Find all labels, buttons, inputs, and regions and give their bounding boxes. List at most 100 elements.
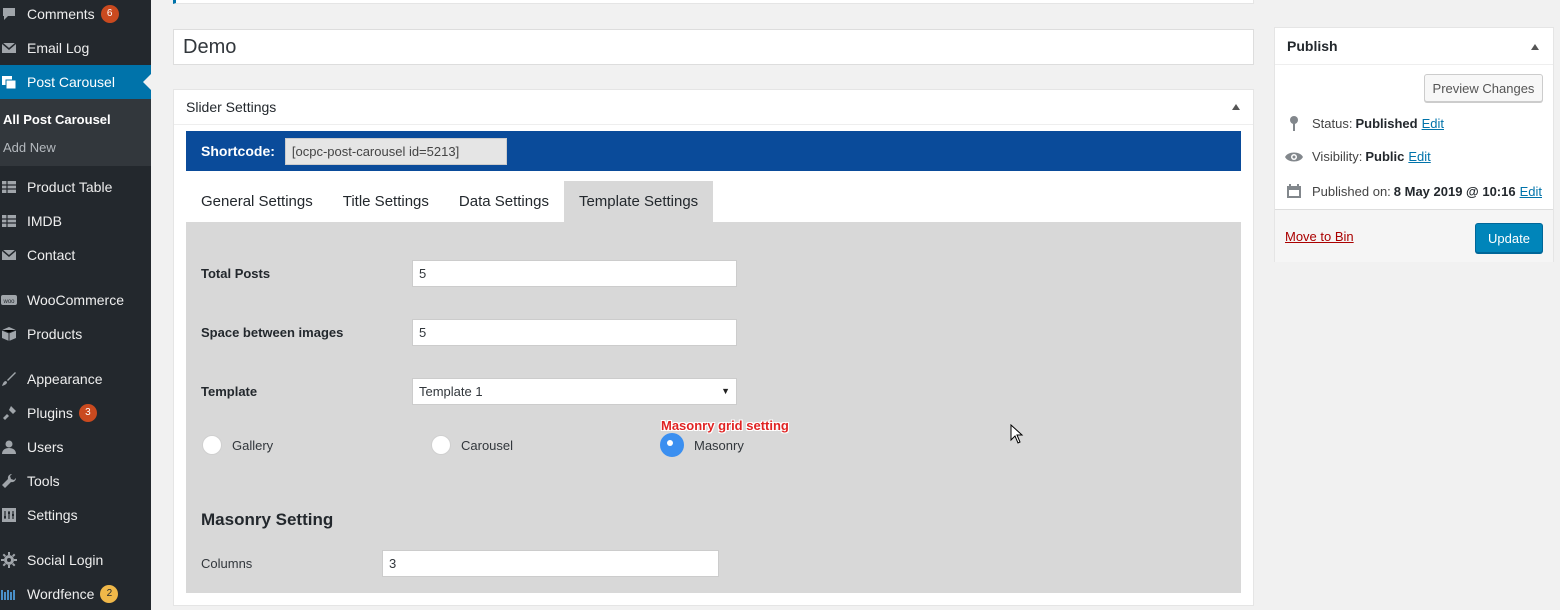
sidebar-item-product-table[interactable]: Product Table (0, 170, 151, 204)
tab-general-settings[interactable]: General Settings (186, 181, 328, 222)
submenu-add-new[interactable]: Add New (3, 140, 56, 155)
sidebar-item-appearance[interactable]: Appearance (0, 362, 151, 396)
edit-visibility-link[interactable]: Edit (1408, 149, 1430, 164)
radio-label: Masonry (694, 437, 744, 453)
sidebar-item-label: Wordfence (27, 586, 95, 602)
radio-circle-checked (660, 433, 684, 457)
plugins-update-badge: 3 (78, 404, 97, 422)
dropdown-arrow-icon: ▼ (721, 386, 730, 396)
masonry-setting-heading: Masonry Setting (201, 510, 334, 529)
sidebar-item-label: Email Log (27, 40, 90, 56)
settings-tabs: General Settings Title Settings Data Set… (186, 181, 714, 222)
visibility-value: Public (1365, 149, 1405, 164)
radio-label: Carousel (461, 437, 514, 453)
published-on-value: 8 May 2019 @ 10:16 (1393, 183, 1516, 199)
svg-text:woo: woo (2, 299, 15, 305)
admin-notice-strip (173, 0, 1254, 4)
radio-label: Gallery (232, 437, 274, 453)
wordfence-icon (1, 586, 17, 602)
total-posts-input[interactable]: 5 (412, 260, 737, 287)
sidebar-item-users[interactable]: Users (0, 430, 151, 464)
sidebar-item-social-login[interactable]: Social Login (0, 543, 151, 577)
sidebar-item-label: Plugins (27, 405, 73, 421)
space-between-images-input[interactable]: 5 (412, 319, 737, 346)
edit-status-link[interactable]: Edit (1422, 116, 1444, 131)
radio-carousel[interactable]: Carousel (431, 435, 513, 455)
collapse-arrow-icon[interactable] (1232, 104, 1240, 110)
sidebar-item-settings[interactable]: Settings (0, 498, 151, 532)
table-icon (1, 213, 17, 229)
tab-data-settings[interactable]: Data Settings (444, 181, 564, 222)
columns-label: Columns (201, 556, 253, 571)
status-value: Published (1355, 115, 1418, 131)
sidebar-item-label: Contact (27, 247, 76, 263)
wrench-icon (1, 473, 17, 489)
template-select[interactable]: Template 1 ▼ (412, 378, 737, 405)
sidebar-item-label: Comments (27, 6, 95, 22)
comment-icon (1, 6, 17, 22)
brush-icon (1, 371, 17, 387)
box-icon (1, 326, 17, 342)
published-on-row: Published on: 8 May 2019 @ 10:16 Edit (1284, 183, 1542, 199)
mouse-cursor-icon (1010, 423, 1024, 447)
sidebar-item-woocommerce[interactable]: woo WooCommerce (0, 283, 151, 317)
status-label: Status: (1312, 115, 1353, 131)
shortcode-bar: Shortcode: [ocpc-post-carousel id=5213] (186, 131, 1241, 171)
slider-settings-postbox: Slider Settings Shortcode: [ocpc-post-ca… (173, 89, 1254, 606)
columns-input[interactable]: 3 (382, 550, 719, 577)
sidebar-item-label: Product Table (27, 179, 113, 195)
sidebar-item-label: Post Carousel (27, 74, 115, 90)
preview-changes-button[interactable]: Preview Changes (1424, 74, 1543, 102)
publish-header[interactable]: Publish (1275, 28, 1553, 65)
published-on-label: Published on: (1312, 183, 1391, 199)
edit-date-link[interactable]: Edit (1520, 184, 1542, 199)
table-icon (1, 179, 17, 195)
images-icon (1, 74, 17, 90)
sidebar-item-label: Tools (27, 473, 60, 489)
visibility-row: Visibility: Public Edit (1284, 149, 1431, 164)
sidebar-item-wordfence[interactable]: Wordfence 2 (0, 577, 151, 610)
wordfence-alert-badge: 2 (100, 585, 119, 603)
update-button[interactable]: Update (1475, 223, 1543, 253)
move-to-bin-link[interactable]: Move to Bin (1285, 229, 1354, 244)
sidebar-item-email-log[interactable]: Email Log (0, 31, 151, 65)
submenu-all-post-carousel[interactable]: All Post Carousel (3, 112, 111, 127)
radio-gallery[interactable]: Gallery (202, 435, 273, 455)
eye-icon (1284, 150, 1304, 164)
plug-icon (1, 405, 17, 421)
shortcode-label: Shortcode: (201, 143, 275, 159)
space-between-images-label: Space between images (201, 325, 344, 340)
sidebar-item-tools[interactable]: Tools (0, 464, 151, 498)
collapse-arrow-icon[interactable] (1531, 44, 1539, 50)
visibility-label: Visibility: (1312, 149, 1363, 164)
admin-sidebar: Comments 6 Email Log Post Carousel All P… (0, 0, 151, 610)
envelope-icon (1, 247, 17, 263)
sidebar-item-label: Settings (27, 507, 78, 523)
shortcode-field[interactable]: [ocpc-post-carousel id=5213] (284, 137, 507, 165)
sidebar-item-plugins[interactable]: Plugins 3 (0, 396, 151, 430)
sidebar-item-contact[interactable]: Contact (0, 238, 151, 272)
template-settings-panel: Total Posts 5 Space between images 5 Tem… (186, 222, 1241, 593)
sidebar-item-products[interactable]: Products (0, 317, 151, 351)
sidebar-item-label: Users (27, 439, 64, 455)
tab-title-settings[interactable]: Title Settings (328, 181, 444, 222)
gear-icon (1, 552, 17, 568)
sidebar-item-comments[interactable]: Comments 6 (0, 0, 151, 31)
radio-circle (431, 435, 451, 455)
postbox-title: Slider Settings (186, 99, 277, 115)
status-row: Status: Published Edit (1284, 115, 1444, 131)
radio-masonry[interactable]: Masonry (660, 433, 744, 457)
user-icon (1, 439, 17, 455)
publish-actions: Move to Bin Update (1275, 209, 1553, 262)
radio-circle (202, 435, 222, 455)
settings-icon (1, 507, 17, 523)
post-title-input[interactable]: Demo (173, 29, 1254, 65)
sidebar-item-post-carousel[interactable]: Post Carousel (0, 65, 151, 99)
template-label: Template (201, 384, 258, 399)
tab-template-settings[interactable]: Template Settings (563, 181, 714, 222)
sidebar-item-label: Appearance (27, 371, 103, 387)
sidebar-item-imdb[interactable]: IMDB (0, 204, 151, 238)
slider-settings-header[interactable]: Slider Settings (174, 90, 1253, 125)
publish-title: Publish (1287, 38, 1338, 54)
envelope-icon (1, 40, 17, 56)
